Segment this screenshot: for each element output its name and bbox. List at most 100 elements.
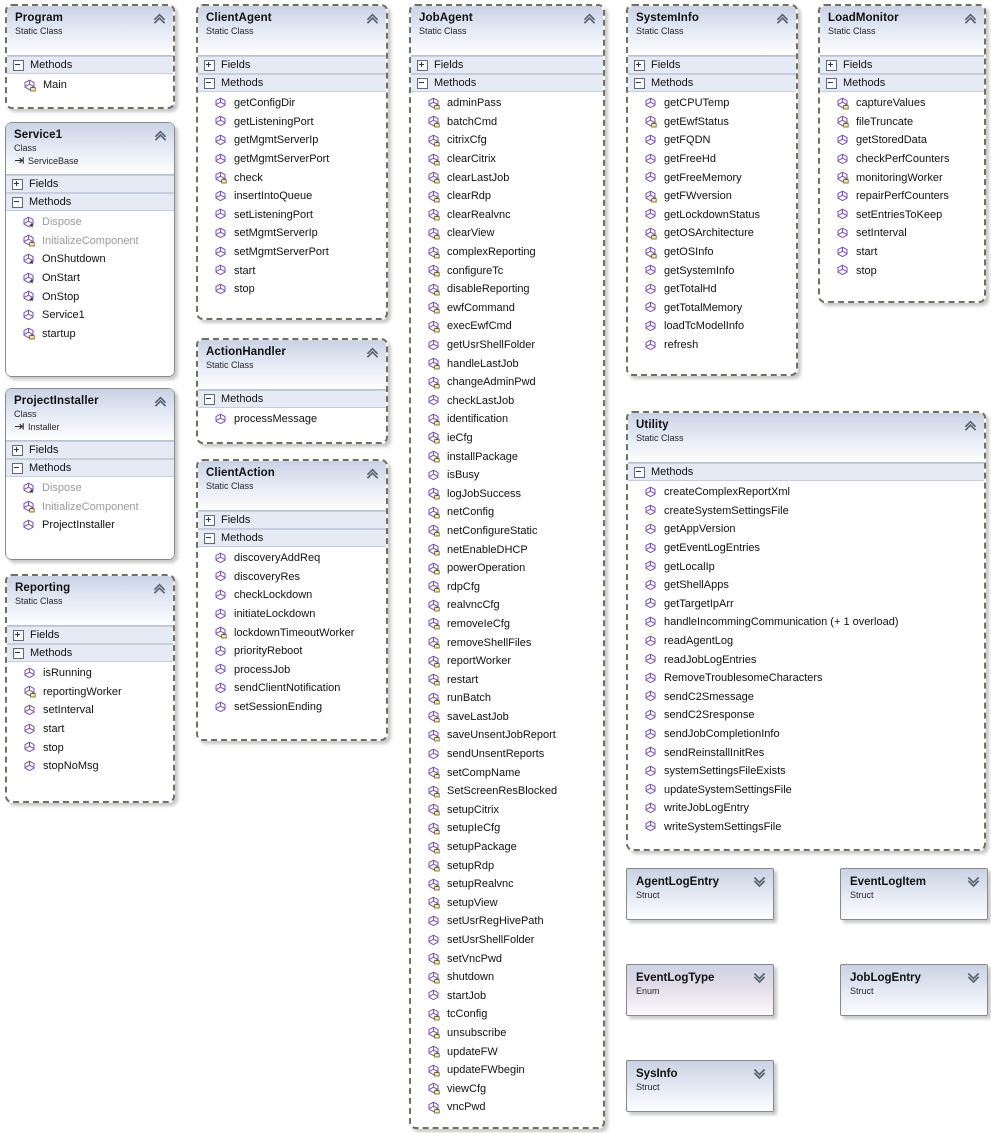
member-row[interactable]: ewfCommand xyxy=(411,299,603,318)
collapsed-type-sysinfo[interactable]: SysInfo Struct xyxy=(626,1060,774,1112)
class-box-clientagent[interactable]: ClientAgent Static Class Fields Methods getC… xyxy=(196,4,388,320)
member-row[interactable]: complexReporting xyxy=(411,243,603,262)
chevron-double-up-icon[interactable] xyxy=(366,467,379,480)
member-row[interactable]: saveUnsentJobReport xyxy=(411,726,603,745)
member-row[interactable]: netEnableDHCP xyxy=(411,540,603,559)
chevron-double-up-icon[interactable] xyxy=(153,582,166,595)
member-row[interactable]: adminPass xyxy=(411,94,603,113)
class-box-clientaction[interactable]: ClientAction Static Class Fields Methods dis… xyxy=(196,459,388,741)
member-row[interactable]: clearRdp xyxy=(411,187,603,206)
plus-box-icon[interactable] xyxy=(826,59,837,71)
member-row[interactable]: setListeningPort xyxy=(198,206,386,225)
member-row[interactable]: tcConfig xyxy=(411,1005,603,1024)
member-row[interactable]: stop xyxy=(820,261,984,280)
chevron-double-down-icon[interactable] xyxy=(753,971,766,984)
member-row[interactable]: getLockdownStatus xyxy=(628,206,796,225)
class-box-projectinstaller[interactable]: ProjectInstaller Class Installer Fields Meth… xyxy=(5,388,175,560)
member-row[interactable]: setupRealvnc xyxy=(411,875,603,894)
member-row[interactable]: checkPerfCounters xyxy=(820,150,984,169)
compartment-header-methods[interactable]: Methods xyxy=(628,74,796,92)
chevron-double-down-icon[interactable] xyxy=(753,1067,766,1080)
member-row[interactable]: processJob xyxy=(198,661,386,680)
minus-box-icon[interactable] xyxy=(12,462,23,474)
member-row[interactable]: setupCitrix xyxy=(411,801,603,820)
member-row[interactable]: clearLastJob xyxy=(411,168,603,187)
member-row[interactable]: setupView xyxy=(411,894,603,913)
plus-box-icon[interactable] xyxy=(12,444,23,456)
member-row[interactable]: saveLastJob xyxy=(411,708,603,727)
member-row[interactable]: clearRealvnc xyxy=(411,206,603,225)
minus-box-icon[interactable] xyxy=(634,466,645,478)
member-row[interactable]: setInterval xyxy=(820,224,984,243)
member-row[interactable]: getStoredData xyxy=(820,131,984,150)
member-row[interactable]: start xyxy=(7,720,173,739)
compartment-header-fields[interactable]: Fields xyxy=(6,175,174,193)
member-row[interactable]: getFQDN xyxy=(628,131,796,150)
member-row[interactable]: sendUnsentReports xyxy=(411,745,603,764)
member-row[interactable]: fileTruncate xyxy=(820,113,984,132)
member-row[interactable]: Dispose xyxy=(6,479,174,498)
member-row[interactable]: handleLastJob xyxy=(411,354,603,373)
member-row[interactable]: createSystemSettingsFile xyxy=(628,502,984,521)
member-row[interactable]: getListeningPort xyxy=(198,113,386,132)
member-row[interactable]: unsubscribe xyxy=(411,1024,603,1043)
chevron-double-up-icon[interactable] xyxy=(583,12,596,25)
member-row[interactable]: OnStart xyxy=(6,269,174,288)
member-row[interactable]: Main xyxy=(7,76,173,95)
collapsed-type-joblogentry[interactable]: JobLogEntry Struct xyxy=(840,964,988,1016)
member-row[interactable]: checkLockdown xyxy=(198,586,386,605)
minus-box-icon[interactable] xyxy=(204,532,215,544)
member-row[interactable]: sendReinstallInitRes xyxy=(628,743,984,762)
member-row[interactable]: vncPwd xyxy=(411,1098,603,1117)
member-row[interactable]: InitializeComponent xyxy=(6,232,174,251)
member-row[interactable]: discoveryAddReq xyxy=(198,549,386,568)
compartment-header-methods[interactable]: Methods xyxy=(198,529,386,547)
member-row[interactable]: getOSInfo xyxy=(628,243,796,262)
member-row[interactable]: sendC2Smessage xyxy=(628,688,984,707)
compartment-header-fields[interactable]: Fields xyxy=(198,56,386,74)
member-row[interactable]: handleIncommingCommunication (+ 1 overlo… xyxy=(628,613,984,632)
member-row[interactable]: identification xyxy=(411,410,603,429)
plus-box-icon[interactable] xyxy=(204,59,215,71)
member-row[interactable]: setEntriesToKeep xyxy=(820,206,984,225)
member-row[interactable]: start xyxy=(820,243,984,262)
compartment-header-methods[interactable]: Methods xyxy=(7,644,173,662)
member-row[interactable]: configureTc xyxy=(411,261,603,280)
member-row[interactable]: changeAdminPwd xyxy=(411,373,603,392)
member-row[interactable]: restart xyxy=(411,670,603,689)
member-row[interactable]: setUsrRegHivePath xyxy=(411,912,603,931)
member-row[interactable]: isBusy xyxy=(411,466,603,485)
member-row[interactable]: getMgmtServerIp xyxy=(198,131,386,150)
compartment-header-fields[interactable]: Fields xyxy=(628,56,796,74)
member-row[interactable]: removeShellFiles xyxy=(411,633,603,652)
chevron-double-up-icon[interactable] xyxy=(366,346,379,359)
member-row[interactable]: startup xyxy=(6,325,174,344)
member-row[interactable]: getConfigDir xyxy=(198,94,386,113)
member-row[interactable]: monitoringWorker xyxy=(820,168,984,187)
member-row[interactable]: sendClientNotification xyxy=(198,679,386,698)
member-row[interactable]: setupRdp xyxy=(411,856,603,875)
class-box-actionhandler[interactable]: ActionHandler Static Class Methods processM… xyxy=(196,338,388,444)
minus-box-icon[interactable] xyxy=(634,77,645,89)
chevron-double-down-icon[interactable] xyxy=(967,875,980,888)
class-box-service1[interactable]: Service1 Class ServiceBase Fields Methods Dis… xyxy=(5,122,175,377)
member-row[interactable]: setInterval xyxy=(7,701,173,720)
member-row[interactable]: startJob xyxy=(411,987,603,1006)
member-row[interactable]: batchCmd xyxy=(411,113,603,132)
member-row[interactable]: getFWversion xyxy=(628,187,796,206)
member-row[interactable]: getFreeHd xyxy=(628,150,796,169)
member-row[interactable]: reportWorker xyxy=(411,652,603,671)
member-row[interactable]: initiateLockdown xyxy=(198,605,386,624)
compartment-header-methods[interactable]: Methods xyxy=(6,459,174,477)
member-row[interactable]: ieCfg xyxy=(411,429,603,448)
member-row[interactable]: setSessionEnding xyxy=(198,698,386,717)
plus-box-icon[interactable] xyxy=(634,59,645,71)
member-row[interactable]: disableReporting xyxy=(411,280,603,299)
class-box-reporting[interactable]: Reporting Static Class Fields Methods isRunn… xyxy=(5,574,175,803)
member-row[interactable]: citrixCfg xyxy=(411,131,603,150)
member-row[interactable]: OnShutdown xyxy=(6,250,174,269)
member-row[interactable]: RemoveTroublesomeCharacters xyxy=(628,669,984,688)
minus-box-icon[interactable] xyxy=(12,196,23,208)
member-row[interactable]: captureValues xyxy=(820,94,984,113)
collapsed-type-agentlogentry[interactable]: AgentLogEntry Struct xyxy=(626,868,774,920)
